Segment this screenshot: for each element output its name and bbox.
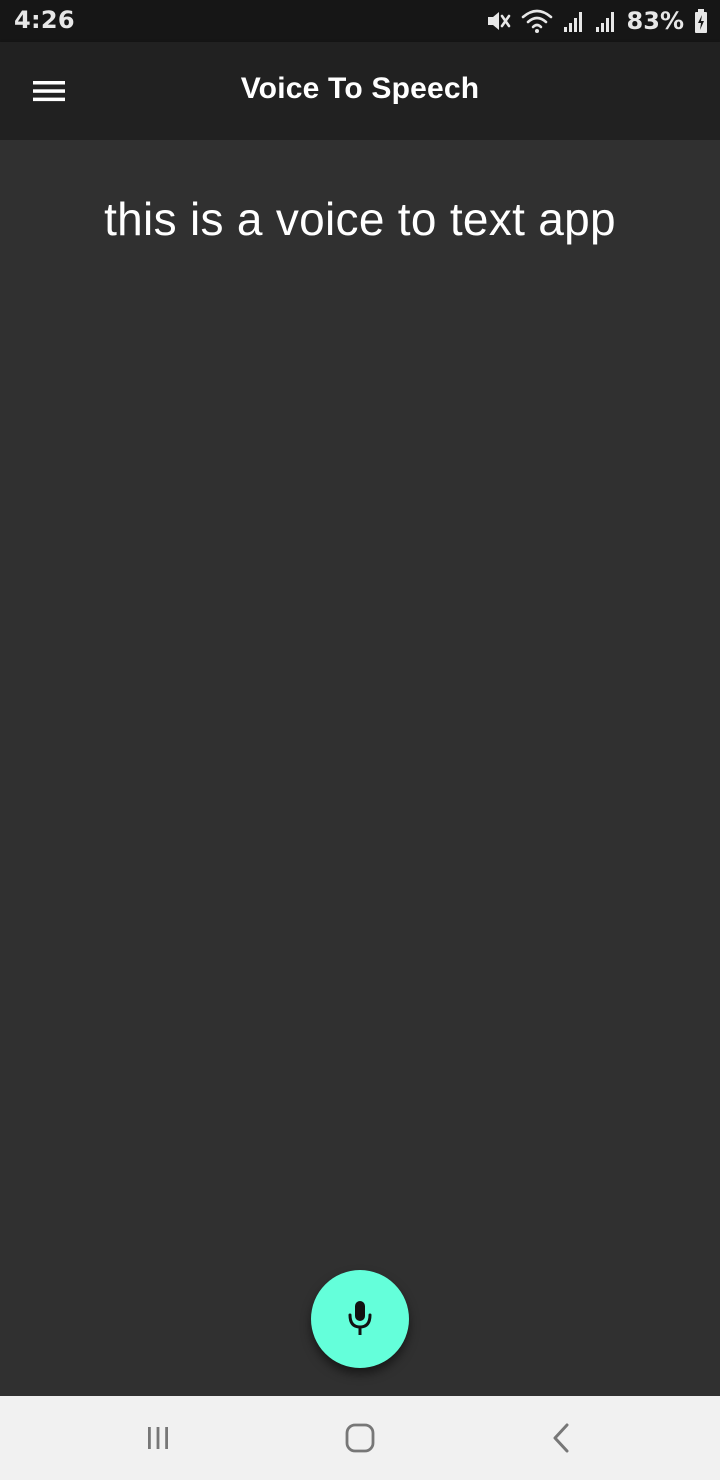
status-icons: 83% bbox=[485, 6, 708, 36]
app-screen: 4:26 83% Voice To Speech this is a voice… bbox=[0, 0, 720, 1480]
status-time: 4:26 bbox=[14, 6, 75, 34]
wifi-icon bbox=[521, 7, 553, 35]
signal-icon bbox=[563, 9, 585, 33]
app-bar: Voice To Speech bbox=[0, 42, 720, 140]
home-button[interactable] bbox=[330, 1414, 390, 1462]
app-title: Voice To Speech bbox=[240, 72, 480, 105]
battery-icon bbox=[694, 8, 708, 34]
record-button[interactable] bbox=[311, 1270, 409, 1368]
main-content: this is a voice to text app bbox=[0, 140, 720, 1396]
back-button[interactable] bbox=[532, 1414, 592, 1462]
back-icon bbox=[553, 1423, 569, 1453]
battery-percentage: 83% bbox=[626, 7, 684, 35]
recent-apps-button[interactable] bbox=[128, 1414, 188, 1462]
recent-apps-icon bbox=[148, 1427, 168, 1449]
microphone-icon bbox=[348, 1301, 372, 1335]
transcript-text: this is a voice to text app bbox=[104, 193, 616, 245]
mute-icon bbox=[485, 8, 511, 34]
signal-icon bbox=[595, 9, 617, 33]
home-icon bbox=[345, 1423, 375, 1453]
status-bar: 4:26 83% bbox=[0, 0, 720, 42]
system-nav-bar bbox=[0, 1396, 720, 1480]
